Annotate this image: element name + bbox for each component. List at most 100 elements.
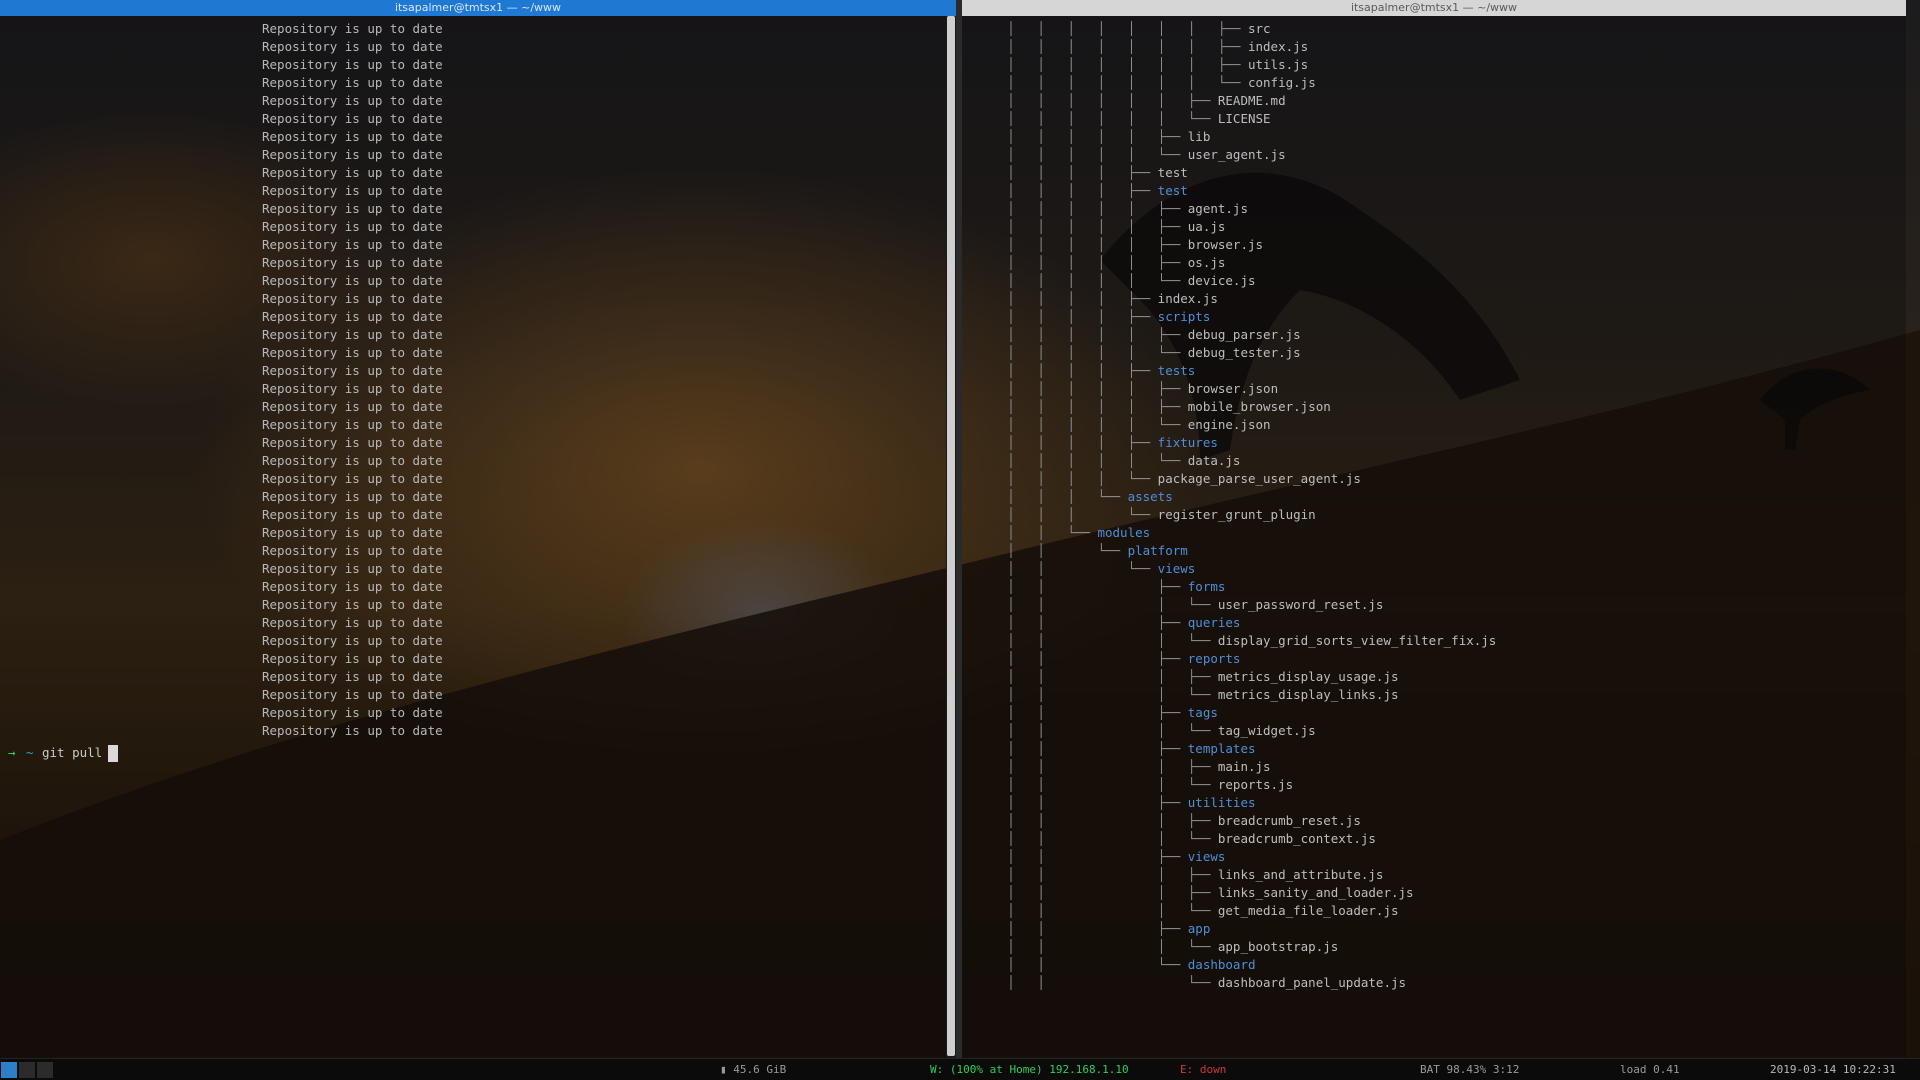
window-title[interactable]: itsapalmer@tmtsx1 — ~/www [962, 0, 1906, 16]
terminal-line: Repository is up to date [0, 74, 956, 92]
tree-directory-name: templates [1187, 741, 1256, 756]
tree-branch: │ │ │ │ │ ├── [962, 381, 1188, 396]
terminal-window-left[interactable]: itsapalmer@tmtsx1 — ~/www Repository is … [0, 0, 956, 1058]
tree-directory-name: queries [1187, 615, 1241, 630]
tree-file-name: index.js [1157, 291, 1218, 306]
terminal-line: Repository is up to date [0, 380, 956, 398]
tree-branch: │ │ │ │ │ └── [962, 417, 1188, 432]
tree-branch: │ │ │ │ ├── [962, 291, 1158, 306]
tree-branch: │ │ │ └── [962, 687, 1218, 702]
tree-branch: │ │ │ │ │ └── [962, 345, 1188, 360]
terminal-line: Repository is up to date [0, 452, 956, 470]
tree-file-name: get_media_file_loader.js [1217, 903, 1399, 918]
terminal-cell: Repository is up to date [262, 57, 443, 72]
window-title[interactable]: itsapalmer@tmtsx1 — ~/www [0, 0, 956, 16]
tree-branch: │ │ ├── [962, 921, 1188, 936]
tree-entry: │ │ │ └── register_grunt_plugin [962, 506, 1906, 524]
terminal-cell: Repository is up to date [262, 669, 443, 684]
tree-entry: │ │ │ └── assets [962, 488, 1906, 506]
status-segment: 2019-03-14 10:22:31 [1770, 1063, 1896, 1076]
terminal-line: Repository is up to date [0, 38, 956, 56]
terminal-line: Repository is up to date [0, 506, 956, 524]
tree-entry: │ │ │ │ │ ├── os.js [962, 254, 1906, 272]
tree-entry: │ │ │ │ │ │ ├── README.md [962, 92, 1906, 110]
terminal-line: Repository is up to date [0, 110, 956, 128]
tree-directory-name: tags [1187, 705, 1218, 720]
tree-entry: │ │ ├── tags [962, 704, 1906, 722]
terminal-line: Repository is up to date [0, 200, 956, 218]
tree-entry: │ │ │ └── display_grid_sorts_view_filter… [962, 632, 1906, 650]
terminal-cell: Repository is up to date [262, 543, 443, 558]
tree-branch: │ │ ├── [962, 705, 1188, 720]
tree-branch: │ │ ├── [962, 615, 1188, 630]
tree-branch: │ │ │ │ │ │ │ ├── [962, 39, 1248, 54]
tree-file-name: test [1157, 165, 1188, 180]
terminal-line: Repository is up to date [0, 434, 956, 452]
terminal-cell: Repository is up to date [262, 363, 443, 378]
tree-branch: │ │ │ │ │ ├── [962, 399, 1188, 414]
terminal-line: Repository is up to date [0, 650, 956, 668]
terminal-line: Repository is up to date [0, 362, 956, 380]
workspace-3[interactable] [37, 1062, 53, 1078]
terminal-line: Repository is up to date [0, 254, 956, 272]
tree-directory-name: assets [1127, 489, 1173, 504]
workspace-1[interactable] [1, 1062, 17, 1078]
shell-prompt[interactable]: → ~ git pull [0, 744, 956, 764]
terminal-line: Repository is up to date [0, 632, 956, 650]
prompt-directory: ~ [26, 745, 34, 760]
workspace-switcher[interactable] [0, 1059, 70, 1080]
terminal-cell: Repository is up to date [262, 183, 443, 198]
scrollbar-thumb[interactable] [947, 16, 955, 1056]
terminal-line: Repository is up to date [0, 578, 956, 596]
tree-branch: │ │ │ │ │ │ │ ├── [962, 57, 1248, 72]
tree-branch: │ │ │ └── [962, 723, 1218, 738]
tree-entry: │ │ └── modules [962, 524, 1906, 542]
terminal-cell: Repository is up to date [262, 327, 443, 342]
tree-branch: │ │ └── [962, 543, 1128, 558]
tree-branch: │ │ ├── [962, 795, 1188, 810]
tree-branch: │ │ │ │ │ │ │ ├── [962, 21, 1248, 36]
tree-branch: │ │ │ │ │ └── [962, 147, 1188, 162]
tree-branch: │ │ ├── [962, 651, 1188, 666]
terminal-cell: Repository is up to date [262, 93, 443, 108]
terminal-line: Repository is up to date [0, 326, 956, 344]
terminal-line: Repository is up to date [0, 560, 956, 578]
terminal-cell: Repository is up to date [262, 633, 443, 648]
tree-branch: │ │ │ │ └── [962, 471, 1158, 486]
tree-directory-name: platform [1127, 543, 1188, 558]
tree-branch: │ │ │ │ ├── [962, 165, 1158, 180]
tree-entry: │ │ │ │ ├── scripts [962, 308, 1906, 326]
terminal-line: Repository is up to date [0, 488, 956, 506]
tree-branch: │ │ ├── [962, 741, 1188, 756]
tree-file-name: links_and_attribute.js [1217, 867, 1384, 882]
tree-entry: │ │ │ │ │ └── data.js [962, 452, 1906, 470]
terminal-cell: Repository is up to date [262, 525, 443, 540]
terminal-cell: Repository is up to date [262, 579, 443, 594]
tree-file-name: ua.js [1187, 219, 1226, 234]
tree-file-name: breadcrumb_reset.js [1217, 813, 1361, 828]
terminal-cell: Repository is up to date [262, 399, 443, 414]
terminal-output[interactable]: │ │ │ │ │ │ │ ├── src │ │ │ │ │ │ │ ├── … [962, 16, 1906, 1058]
tree-file-name: src [1247, 21, 1271, 36]
tree-file-name: user_agent.js [1187, 147, 1286, 162]
terminal-output[interactable]: Repository is up to date Repository is up… [0, 16, 956, 1058]
terminal-scrollbar[interactable] [946, 16, 956, 1058]
terminal-window-right[interactable]: itsapalmer@tmtsx1 — ~/www │ │ │ │ │ │ │ … [962, 0, 1906, 1058]
terminal-cell: Repository is up to date [262, 723, 443, 738]
terminal-line: Repository is up to date [0, 668, 956, 686]
tree-file-name: browser.js [1187, 237, 1264, 252]
tree-entry: │ │ └── dashboard_panel_update.js [962, 974, 1906, 992]
tree-file-name: reports.js [1217, 777, 1294, 792]
tree-file-name: debug_tester.js [1187, 345, 1301, 360]
workspace-2[interactable] [19, 1062, 35, 1078]
tree-file-name: register_grunt_plugin [1157, 507, 1316, 522]
tree-entry: │ │ │ │ ├── test [962, 164, 1906, 182]
tree-entry: │ │ ├── queries [962, 614, 1906, 632]
terminal-line: Repository is up to date [0, 308, 956, 326]
terminal-line: Repository is up to date [0, 146, 956, 164]
tree-entry: │ │ │ │ │ │ │ ├── src [962, 20, 1906, 38]
prompt-command[interactable]: git pull [42, 744, 102, 762]
tree-entry: │ │ ├── templates [962, 740, 1906, 758]
terminal-line: Repository is up to date [0, 524, 956, 542]
tree-branch: │ │ │ │ ├── [962, 435, 1158, 450]
